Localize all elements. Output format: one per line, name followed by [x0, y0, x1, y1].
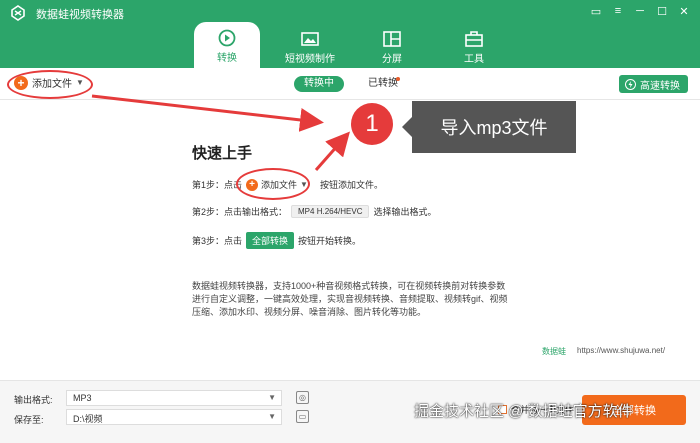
output-format-select[interactable]: MP3 ▼ [66, 390, 282, 406]
chevron-down-icon: ▼ [268, 393, 276, 402]
save-path-value: D:\视频 [73, 414, 103, 424]
annotation-arrows [91, 94, 350, 171]
format-settings-icon[interactable]: ◎ [296, 391, 309, 404]
chevron-down-icon: ▼ [268, 412, 276, 421]
open-folder-icon[interactable]: ▭ [296, 410, 309, 423]
callout-pointer [402, 117, 412, 137]
save-to-label: 保存至: [14, 415, 44, 425]
output-format-label: 输出格式: [14, 395, 53, 405]
step-number-badge: 1 [351, 103, 393, 145]
watermark-text: 掘金技术社区 @ 数据蛙官方软件 [414, 403, 633, 420]
output-format-value: MP3 [73, 393, 92, 403]
save-path-select[interactable]: D:\视频 ▼ [66, 409, 282, 425]
callout-box: 导入mp3文件 [412, 101, 576, 153]
